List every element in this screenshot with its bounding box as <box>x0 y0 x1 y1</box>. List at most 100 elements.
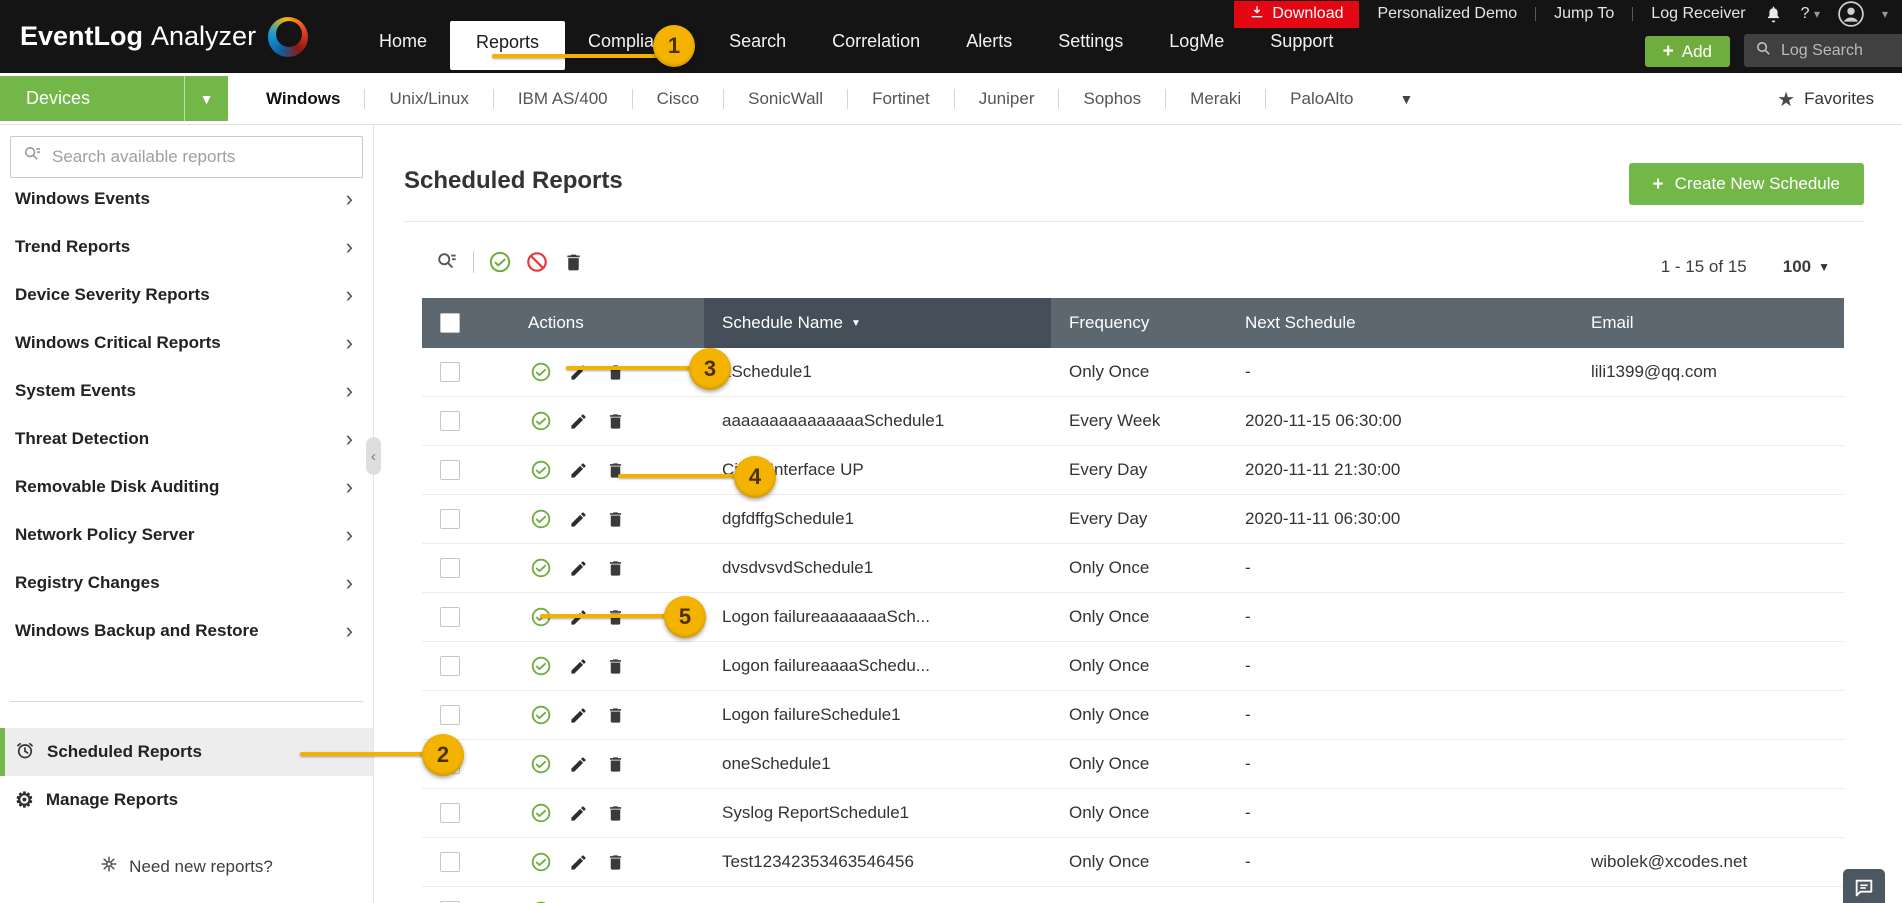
delete-trash-icon[interactable] <box>606 559 625 578</box>
enable-schedule-icon[interactable] <box>531 656 551 676</box>
schedule-name[interactable]: Logon failureaaaaaaaSch... <box>704 607 1051 627</box>
add-button[interactable]: + Add <box>1644 36 1730 67</box>
enable-schedule-icon[interactable] <box>531 509 551 529</box>
delete-trash-icon[interactable] <box>606 657 625 676</box>
edit-pencil-icon[interactable] <box>569 510 588 529</box>
schedule-name[interactable]: Test12342353463546456 <box>704 852 1051 872</box>
sidebar-item-trend-reports[interactable]: Trend Reports › <box>0 223 373 271</box>
tab-paloalto[interactable]: PaloAlto <box>1266 89 1377 109</box>
tab-sophos[interactable]: Sophos <box>1059 89 1165 109</box>
row-checkbox[interactable] <box>440 460 460 480</box>
edit-pencil-icon[interactable] <box>569 853 588 872</box>
edit-pencil-icon[interactable] <box>569 706 588 725</box>
tab-ibm-as-400[interactable]: IBM AS/400 <box>494 89 632 109</box>
sidebar-item-windows-critical-reports[interactable]: Windows Critical Reports › <box>0 319 373 367</box>
nav-item-home[interactable]: Home <box>356 31 450 73</box>
bell-icon[interactable] <box>1764 5 1783 24</box>
nav-item-support[interactable]: Support <box>1247 31 1356 73</box>
schedule-name[interactable]: 1Schedule1 <box>704 362 1051 382</box>
devices-dropdown[interactable]: Devices ▼ <box>0 76 228 121</box>
jump-to-link[interactable]: Jump To <box>1554 5 1614 23</box>
feedback-chat-button[interactable] <box>1843 869 1885 903</box>
nav-item-settings[interactable]: Settings <box>1035 31 1146 73</box>
tab-unix-linux[interactable]: Unix/Linux <box>365 89 492 109</box>
column-header-schedule-name[interactable]: Schedule Name ▼ <box>704 298 1051 348</box>
edit-pencil-icon[interactable] <box>569 412 588 431</box>
row-checkbox[interactable] <box>440 803 460 823</box>
row-checkbox[interactable] <box>440 852 460 872</box>
schedule-name[interactable]: aaaaaaaaaaaaaaaSchedule1 <box>704 411 1051 431</box>
schedule-name[interactable]: dvsdvsvdSchedule1 <box>704 558 1051 578</box>
edit-pencil-icon[interactable] <box>569 755 588 774</box>
delete-trash-icon[interactable] <box>606 510 625 529</box>
edit-pencil-icon[interactable] <box>569 804 588 823</box>
row-checkbox[interactable] <box>440 705 460 725</box>
row-checkbox[interactable] <box>440 509 460 529</box>
personalized-demo-link[interactable]: Personalized Demo <box>1377 5 1517 23</box>
delete-trash-icon[interactable] <box>606 412 625 431</box>
enable-schedule-icon[interactable] <box>531 754 551 774</box>
schedule-name[interactable]: oneSchedule1 <box>704 754 1051 774</box>
sidebar-item-registry-changes[interactable]: Registry Changes › <box>0 559 373 607</box>
help-button[interactable]: ? ▾ <box>1801 5 1820 23</box>
more-tabs-icon[interactable]: ▼ <box>1388 91 1426 107</box>
enable-schedule-icon[interactable] <box>489 251 511 273</box>
row-checkbox[interactable] <box>440 656 460 676</box>
nav-item-alerts[interactable]: Alerts <box>943 31 1035 73</box>
page-size-dropdown[interactable]: 100 ▼ <box>1783 257 1830 277</box>
enable-schedule-icon[interactable] <box>531 411 551 431</box>
row-checkbox[interactable] <box>440 362 460 382</box>
sidebar-item-manage-reports[interactable]: ⚙ Manage Reports <box>0 776 373 824</box>
nav-item-reports[interactable]: Reports <box>450 21 566 70</box>
disable-schedule-icon[interactable] <box>526 251 548 273</box>
edit-pencil-icon[interactable] <box>569 559 588 578</box>
sidebar-item-windows-events[interactable]: Windows Events › <box>0 175 373 223</box>
tab-sonicwall[interactable]: SonicWall <box>724 89 847 109</box>
enable-schedule-icon[interactable] <box>531 705 551 725</box>
tab-windows[interactable]: Windows <box>242 89 364 109</box>
chevron-down-icon[interactable]: ▼ <box>184 76 228 121</box>
sidebar-search-input[interactable] <box>52 147 350 167</box>
log-receiver-link[interactable]: Log Receiver <box>1651 5 1745 23</box>
row-checkbox[interactable] <box>440 558 460 578</box>
schedule-name[interactable]: Logon failureSchedule1 <box>704 705 1051 725</box>
edit-pencil-icon[interactable] <box>569 657 588 676</box>
enable-schedule-icon[interactable] <box>531 803 551 823</box>
sidebar-item-removable-disk-auditing[interactable]: Removable Disk Auditing › <box>0 463 373 511</box>
download-button[interactable]: Download <box>1234 0 1360 28</box>
delete-trash-icon[interactable] <box>606 853 625 872</box>
enable-schedule-icon[interactable] <box>531 362 551 382</box>
enable-schedule-icon[interactable] <box>531 460 551 480</box>
nav-item-correlation[interactable]: Correlation <box>809 31 943 73</box>
favorites-button[interactable]: ★ Favorites <box>1777 73 1874 125</box>
edit-pencil-icon[interactable] <box>569 461 588 480</box>
sidebar-item-threat-detection[interactable]: Threat Detection › <box>0 415 373 463</box>
schedule-name[interactable]: Logon failureaaaaSchedu... <box>704 656 1051 676</box>
tab-meraki[interactable]: Meraki <box>1166 89 1265 109</box>
schedule-name[interactable]: Syslog ReportSchedule1 <box>704 803 1051 823</box>
create-new-schedule-button[interactable]: + Create New Schedule <box>1628 163 1864 205</box>
enable-schedule-icon[interactable] <box>531 558 551 578</box>
global-search-input[interactable] <box>1781 41 1891 60</box>
sidebar-item-network-policy-server[interactable]: Network Policy Server › <box>0 511 373 559</box>
nav-item-logme[interactable]: LogMe <box>1146 31 1247 73</box>
search-filter-icon[interactable] <box>436 251 458 273</box>
delete-trash-icon[interactable] <box>606 755 625 774</box>
delete-trash-icon[interactable] <box>606 706 625 725</box>
need-new-reports-link[interactable]: Need new reports? <box>0 855 373 878</box>
row-checkbox[interactable] <box>440 607 460 627</box>
enable-schedule-icon[interactable] <box>531 852 551 872</box>
nav-item-search[interactable]: Search <box>706 31 809 73</box>
schedule-name[interactable]: dgfdffgSchedule1 <box>704 509 1051 529</box>
tab-cisco[interactable]: Cisco <box>633 89 724 109</box>
chevron-down-icon[interactable]: ▾ <box>1882 7 1888 21</box>
tab-fortinet[interactable]: Fortinet <box>848 89 954 109</box>
tab-juniper[interactable]: Juniper <box>955 89 1059 109</box>
select-all-checkbox[interactable] <box>440 313 460 333</box>
row-checkbox[interactable] <box>440 411 460 431</box>
sidebar-item-system-events[interactable]: System Events › <box>0 367 373 415</box>
user-avatar[interactable] <box>1838 1 1864 27</box>
sidebar-collapse-handle[interactable]: ‹ <box>366 437 381 475</box>
sidebar-item-device-severity-reports[interactable]: Device Severity Reports › <box>0 271 373 319</box>
sidebar-item-windows-backup-and-restore[interactable]: Windows Backup and Restore › <box>0 607 373 655</box>
